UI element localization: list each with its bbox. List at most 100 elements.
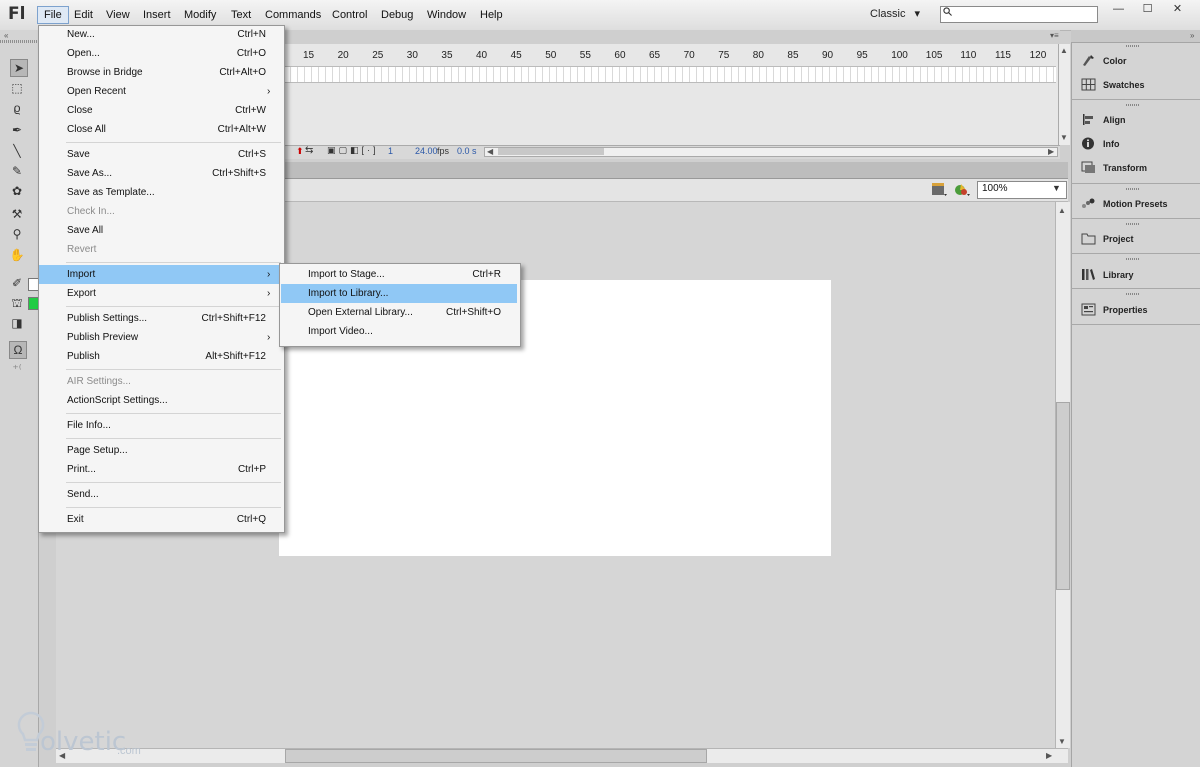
menu-item-shortcut: Ctrl+O [236, 48, 266, 59]
panel-swatches[interactable]: Swatches [1103, 80, 1145, 90]
snap-magnet-icon[interactable]: Ω [9, 341, 27, 359]
playhead-icon[interactable]: ⬆ [296, 146, 304, 157]
menu-item-label: Publish Settings... [67, 313, 148, 324]
panel-grip[interactable] [1126, 45, 1140, 47]
library-icon [1082, 269, 1095, 280]
panel-grip[interactable] [1126, 293, 1140, 295]
menu-item-label: Send... [67, 489, 99, 500]
panel-project[interactable]: Project [1103, 234, 1134, 244]
menu-item-label: File Info... [67, 420, 111, 431]
menu-commands[interactable]: Commands [259, 6, 327, 24]
onion-skin-icon[interactable]: ▣▢◧[·] [327, 145, 379, 156]
maximize-button[interactable]: ☐ [1133, 0, 1162, 18]
menu-item-label: Browse in Bridge [67, 67, 143, 78]
panel-grip[interactable] [1126, 104, 1140, 106]
submenu-item-label: Import to Stage... [308, 269, 385, 280]
deco-tool-icon[interactable]: ✿ [9, 183, 25, 199]
timeline-hscroll-thumb[interactable] [498, 148, 604, 155]
scroll-left-arrow[interactable]: ◀ [487, 147, 493, 156]
panel-grip[interactable] [1126, 258, 1140, 260]
chevron-down-icon: ▾ [914, 8, 921, 20]
minimize-button[interactable]: — [1104, 0, 1133, 18]
menu-insert[interactable]: Insert [137, 6, 177, 24]
workspace-switcher[interactable]: Classic ▾ [870, 7, 920, 20]
pencil-tool-icon[interactable]: ✎ [9, 163, 25, 179]
frame-number-label: 15 [303, 50, 315, 61]
menu-item-label: Save as Template... [67, 187, 155, 198]
timeline-vscroll[interactable] [1058, 44, 1070, 145]
frame-number-label: 80 [752, 50, 764, 61]
panel-transform[interactable]: Transform [1103, 163, 1147, 173]
panel-divider [1071, 288, 1200, 289]
panel-motion-presets[interactable]: Motion Presets [1103, 199, 1168, 209]
submenu-item-label: Import to Library... [308, 288, 389, 299]
menu-file[interactable]: File [37, 6, 69, 24]
menu-item-label: Exit [67, 514, 84, 525]
lasso-tool-icon[interactable]: ϱ [9, 100, 25, 116]
fill-color-icon[interactable]: ⛫ [9, 295, 25, 311]
menu-item-label: Print... [67, 464, 96, 475]
collapse-icon[interactable]: « [4, 31, 8, 40]
pen-tool-icon[interactable]: ✒ [9, 122, 25, 138]
panel-library[interactable]: Library [1103, 270, 1134, 280]
menu-text[interactable]: Text [225, 6, 257, 24]
frame-number-label: 30 [406, 50, 418, 61]
eyedropper-tool-icon[interactable]: ⚲ [9, 226, 25, 242]
edit-scene-icon[interactable] [931, 182, 947, 197]
smooth-icon[interactable]: ⁺⁽ [9, 361, 25, 377]
frame-ruler[interactable] [284, 48, 1059, 64]
stroke-color-icon[interactable]: ✐ [9, 275, 25, 291]
panel-color[interactable]: Color [1103, 56, 1127, 66]
scroll-up-arrow[interactable]: ▲ [1058, 206, 1066, 215]
watermark-text: olvetic [40, 727, 127, 757]
menu-control[interactable]: Control [326, 6, 373, 24]
collapse-icon[interactable]: » [1190, 31, 1194, 40]
scroll-up-arrow[interactable]: ▲ [1060, 46, 1068, 55]
frame-number-label: 85 [787, 50, 799, 61]
transform-icon [1081, 161, 1095, 173]
stage-vscroll-thumb[interactable] [1056, 402, 1070, 590]
frame-cells[interactable] [284, 66, 1056, 83]
selection-tool-icon[interactable]: ➤ [10, 59, 28, 77]
menu-modify[interactable]: Modify [178, 6, 222, 24]
menu-item-shortcut: Ctrl+Q [236, 514, 266, 525]
scroll-right-arrow[interactable]: ▶ [1048, 147, 1054, 156]
menu-debug[interactable]: Debug [375, 6, 419, 24]
elapsed-time: 0.0 s [457, 146, 477, 156]
free-transform-tool-icon[interactable]: ⬚ [9, 80, 25, 96]
stage-hscroll-thumb[interactable] [285, 749, 707, 763]
search-input[interactable] [940, 6, 1098, 23]
panel-grip[interactable] [0, 40, 38, 43]
close-window-button[interactable]: ✕ [1163, 0, 1192, 18]
swap-colors-icon[interactable]: ◨ [9, 315, 25, 331]
frame-number-label: 70 [683, 50, 695, 61]
frame-number-label: 95 [856, 50, 868, 61]
frame-rate[interactable]: 24.00 [415, 146, 438, 156]
tools-panel [0, 30, 39, 767]
hand-tool-icon[interactable]: ✋ [9, 247, 25, 263]
frame-number-label: 110 [960, 50, 977, 61]
menu-item-label: Open... [67, 48, 100, 59]
edit-symbols-icon[interactable] [954, 182, 970, 197]
scroll-down-arrow[interactable]: ▼ [1060, 133, 1068, 142]
panel-properties[interactable]: Properties [1103, 305, 1148, 315]
center-frame-icon[interactable]: ⇆ [305, 145, 313, 156]
line-tool-icon[interactable]: ╲ [9, 143, 25, 159]
panel-align[interactable]: Align [1103, 115, 1126, 125]
panel-grip[interactable] [1126, 188, 1140, 190]
panel-menu-icon[interactable]: ▾≡ [1050, 31, 1059, 40]
bone-tool-icon[interactable]: ⚒ [9, 206, 25, 222]
scroll-right-arrow[interactable]: ▶ [1046, 751, 1052, 760]
chevron-down-icon[interactable]: ▼ [1052, 183, 1061, 193]
properties-icon [1081, 303, 1096, 316]
menu-edit[interactable]: Edit [68, 6, 99, 24]
panel-grip[interactable] [1126, 223, 1140, 225]
menu-separator [66, 142, 281, 143]
panel-info[interactable]: Info [1103, 139, 1120, 149]
menu-view[interactable]: View [100, 6, 136, 24]
scroll-down-arrow[interactable]: ▼ [1058, 737, 1066, 746]
current-frame[interactable]: 1 [388, 146, 393, 156]
menu-window[interactable]: Window [421, 6, 472, 24]
menu-help[interactable]: Help [474, 6, 509, 24]
frame-number-label: 115 [995, 50, 1011, 61]
